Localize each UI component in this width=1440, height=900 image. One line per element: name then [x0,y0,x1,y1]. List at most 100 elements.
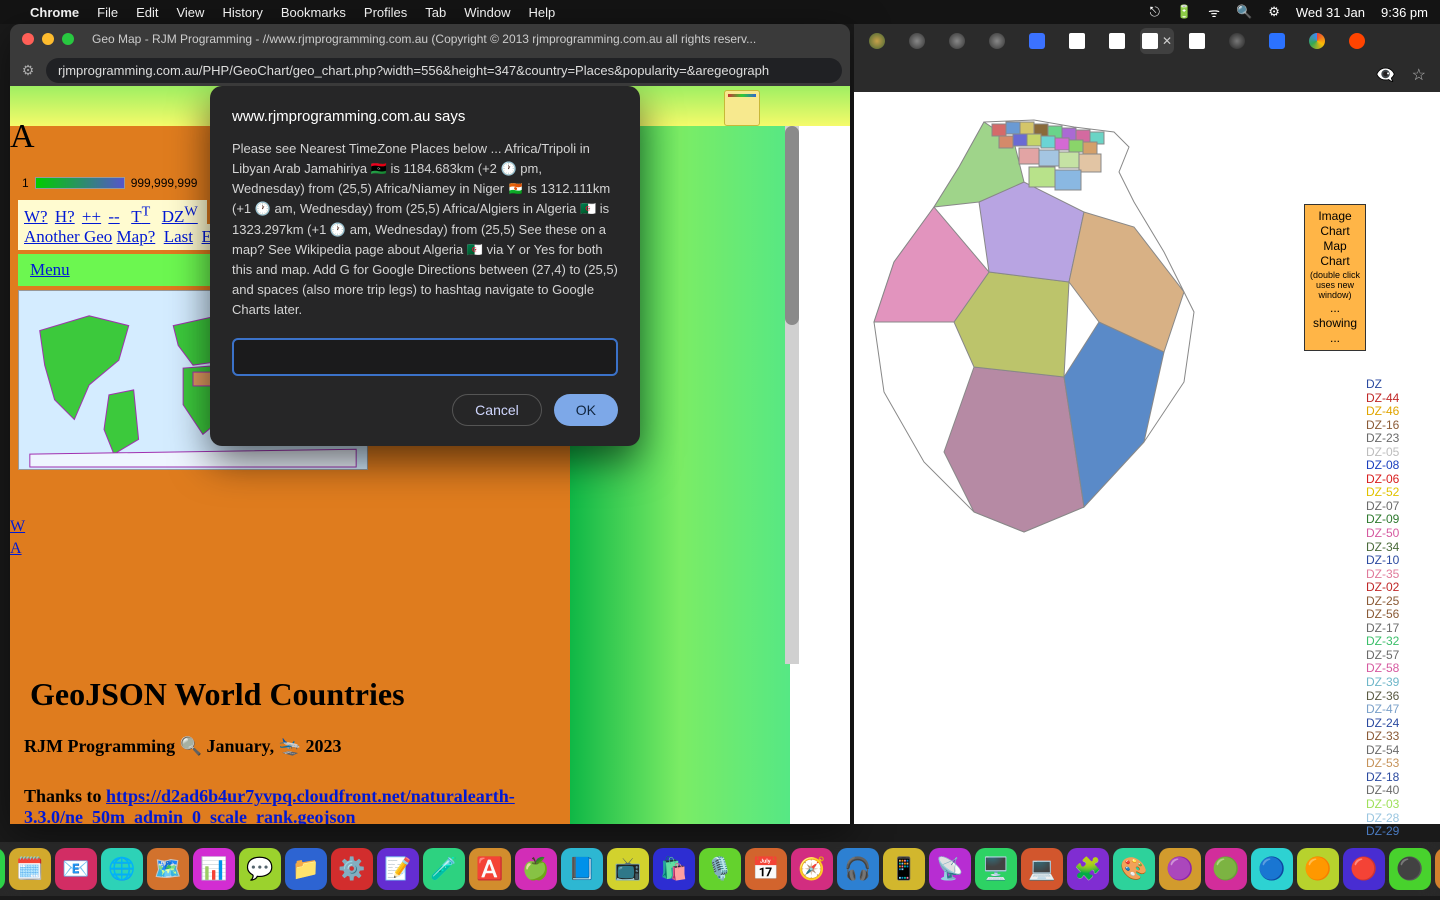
battery-icon[interactable]: 🔋 [1176,4,1192,20]
menu-bookmarks[interactable]: Bookmarks [281,5,346,20]
wifi-icon[interactable]: ᯤ [1208,3,1220,21]
region-code[interactable]: DZ-07 [1366,500,1438,514]
tab-10[interactable] [1220,28,1254,54]
region-code[interactable]: DZ-34 [1366,541,1438,555]
region-code[interactable]: DZ-35 [1366,568,1438,582]
region-code[interactable]: DZ-36 [1366,690,1438,704]
app-name[interactable]: Chrome [30,5,79,20]
region-code[interactable]: DZ-44 [1366,392,1438,406]
dock-app-30[interactable]: 🟢 [1205,848,1247,890]
algeria-map[interactable] [854,92,1364,824]
minimize-window-button[interactable] [42,33,54,45]
close-tab-icon[interactable]: ✕ [1162,34,1172,48]
dock-app-16[interactable]: 📘 [561,848,603,890]
dock-app-17[interactable]: 📺 [607,848,649,890]
region-code[interactable]: DZ-52 [1366,486,1438,500]
dialog-prompt-input[interactable] [232,338,618,376]
region-code[interactable]: DZ-02 [1366,581,1438,595]
tab-13[interactable] [1340,28,1374,54]
url-bar[interactable]: rjmprogramming.com.au/PHP/GeoChart/geo_c… [46,58,842,83]
region-code[interactable]: DZ-53 [1366,757,1438,771]
tab-11[interactable] [1260,28,1294,54]
region-code[interactable]: DZ-03 [1366,798,1438,812]
bluetooth-icon[interactable]: ⎋ [1150,4,1160,20]
dock-app-23[interactable]: 📱 [883,848,925,890]
region-code[interactable]: DZ-16 [1366,419,1438,433]
region-code[interactable]: DZ-58 [1366,662,1438,676]
menu-profiles[interactable]: Profiles [364,5,407,20]
region-code[interactable]: DZ-17 [1366,622,1438,636]
dock-app-29[interactable]: 🟣 [1159,848,1201,890]
dock-app-5[interactable]: 📧 [55,848,97,890]
tab-active[interactable]: ✕ [1140,28,1174,54]
region-code[interactable]: DZ-39 [1366,676,1438,690]
image-chart-map-chart-box[interactable]: Image Chart Map Chart (double click uses… [1304,204,1366,351]
dock-app-27[interactable]: 🧩 [1067,848,1109,890]
dock-app-8[interactable]: 📊 [193,848,235,890]
region-code[interactable]: DZ-47 [1366,703,1438,717]
region-code[interactable]: DZ-05 [1366,446,1438,460]
region-code[interactable]: DZ-33 [1366,730,1438,744]
menu-file[interactable]: File [97,5,118,20]
dock-app-10[interactable]: 📁 [285,848,327,890]
dock-app-25[interactable]: 🖥️ [975,848,1017,890]
tab-2[interactable] [900,28,934,54]
dock-app-15[interactable]: 🍏 [515,848,557,890]
dock-app-28[interactable]: 🎨 [1113,848,1155,890]
search-icon[interactable]: 🔍 [1236,4,1252,20]
dock-app-35[interactable]: ⚪ [1435,848,1440,890]
tab-1[interactable] [860,28,894,54]
menubar-time[interactable]: 9:36 pm [1381,5,1428,20]
incognito-eye-icon[interactable]: 👁‍🗨 [1376,65,1396,85]
site-settings-icon[interactable]: ⚙ [18,62,38,79]
dock-app-19[interactable]: 🎙️ [699,848,741,890]
tab-4[interactable] [980,28,1014,54]
menu-window[interactable]: Window [464,5,510,20]
region-code[interactable]: DZ [1366,378,1438,392]
tab-6[interactable] [1060,28,1094,54]
tab-9[interactable] [1180,28,1214,54]
tab-7[interactable] [1100,28,1134,54]
window-titlebar[interactable]: Geo Map - RJM Programming - //www.rjmpro… [10,24,850,54]
dock-app-24[interactable]: 📡 [929,848,971,890]
menu-edit[interactable]: Edit [136,5,158,20]
region-code[interactable]: DZ-57 [1366,649,1438,663]
dock-app-26[interactable]: 💻 [1021,848,1063,890]
dock-app-21[interactable]: 🧭 [791,848,833,890]
region-code[interactable]: DZ-56 [1366,608,1438,622]
dock-app-13[interactable]: 🧪 [423,848,465,890]
menu-history[interactable]: History [222,5,262,20]
tab-12[interactable] [1300,28,1334,54]
region-code[interactable]: DZ-46 [1366,405,1438,419]
dock-app-3[interactable]: 📷 [0,848,5,890]
region-code[interactable]: DZ-29 [1366,825,1438,839]
dock-app-14[interactable]: 🅰️ [469,848,511,890]
dock-app-20[interactable]: 📅 [745,848,787,890]
region-code[interactable]: DZ-09 [1366,513,1438,527]
dock-app-11[interactable]: ⚙️ [331,848,373,890]
region-code[interactable]: DZ-18 [1366,771,1438,785]
region-code[interactable]: DZ-08 [1366,459,1438,473]
tab-5[interactable] [1020,28,1054,54]
dock-app-18[interactable]: 🛍️ [653,848,695,890]
dock-app-7[interactable]: 🗺️ [147,848,189,890]
region-code[interactable]: DZ-10 [1366,554,1438,568]
dialog-cancel-button[interactable]: Cancel [452,394,542,426]
region-code[interactable]: DZ-28 [1366,812,1438,826]
maximize-window-button[interactable] [62,33,74,45]
dock-app-6[interactable]: 🌐 [101,848,143,890]
dock-app-32[interactable]: 🟠 [1297,848,1339,890]
menu-tab[interactable]: Tab [425,5,446,20]
dock-app-22[interactable]: 🎧 [837,848,879,890]
region-code[interactable]: DZ-25 [1366,595,1438,609]
region-code[interactable]: DZ-32 [1366,635,1438,649]
region-code[interactable]: DZ-06 [1366,473,1438,487]
browser-tab-title[interactable]: Geo Map - RJM Programming - //www.rjmpro… [92,32,838,46]
tab-3[interactable] [940,28,974,54]
dock-app-31[interactable]: 🔵 [1251,848,1293,890]
region-code[interactable]: DZ-24 [1366,717,1438,731]
menu-view[interactable]: View [176,5,204,20]
close-window-button[interactable] [22,33,34,45]
menubar-date[interactable]: Wed 31 Jan [1296,5,1365,20]
region-code[interactable]: DZ-23 [1366,432,1438,446]
